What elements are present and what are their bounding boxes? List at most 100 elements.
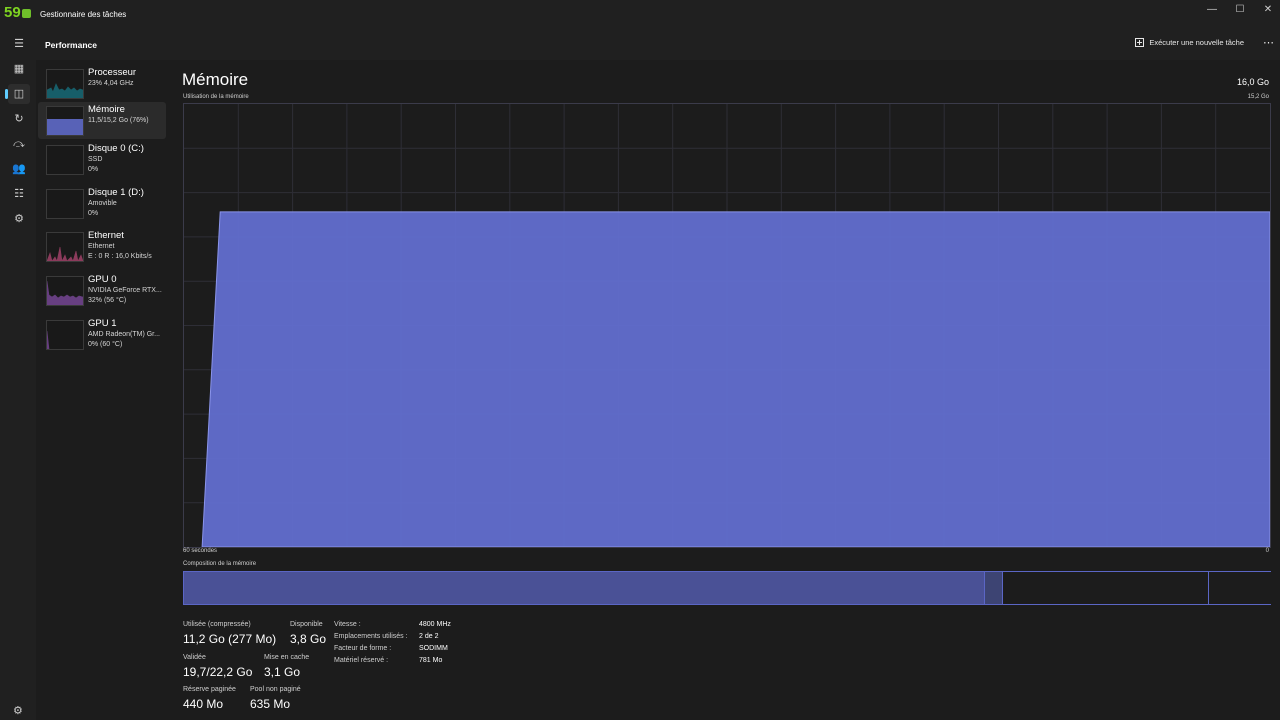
sidebar-item-name: Disque 0 (C:) [88,143,144,154]
composition-segment [184,572,985,604]
x-axis-end-label: 0 [1265,548,1269,554]
memory-usage-area [201,211,1271,548]
sidebar-item-sub: Amovible [88,200,117,207]
services-icon: ⚙ [14,213,24,225]
memory-title: Mémoire [182,70,249,89]
settings-icon: ⚙ [13,705,23,717]
sidebar-item-sub2: 0% (60 °C) [88,341,123,348]
sidebar-item-sub: NVIDIA GeForce RTX... [88,287,162,294]
memory-composition-bar [183,571,1271,605]
disk0-thumbnail [46,145,84,175]
sidebar-item-sub: 23% 4,04 GHz [88,80,134,87]
used-value: 11,2 Go (277 Mo) [183,632,277,646]
title-bar: 59 Gestionnaire des tâches — ☐ ✕ [0,0,1280,28]
sidebar-item-name: Ethernet [88,230,124,241]
sidebar-item-name: Disque 1 (D:) [88,187,144,198]
sidebar-item-cpu[interactable]: Processeur 23% 4,04 GHz [38,65,166,102]
nav-details[interactable]: ☷ [8,184,30,204]
graph-label: Utilisation de la mémoire [183,94,249,100]
new-task-icon [1135,38,1145,47]
nav-app-history[interactable]: ↻ [8,109,30,129]
settings-button[interactable]: ⚙ [13,704,23,717]
composition-segment [984,572,1003,604]
users-icon: 👥 [12,163,26,175]
gpu1-thumbnail [46,320,84,350]
paged-pool-label: Réserve paginée [183,686,236,693]
sidebar-item-sub: Ethernet [88,243,115,250]
sidebar-item-gpu-0[interactable]: GPU 0 NVIDIA GeForce RTX... 32% (56 °C) [38,272,166,309]
committed-value: 19,7/22,2 Go [183,665,253,679]
memory-total: 16,0 Go [1236,77,1269,87]
sidebar-item-sub2: 32% (56 °C) [88,297,127,304]
nav-performance[interactable]: ◫ [5,84,30,104]
cached-label: Mise en cache [264,654,310,661]
navigation-rail: ☰ ▦ ◫ ↻ ⤼ 👥 ☷ ⚙ [0,28,36,720]
close-icon: ✕ [1263,4,1273,15]
reserved-label: Matériel réservé : [334,657,389,664]
form-factor-value: SODIMM [419,645,448,652]
sidebar-item-ethernet[interactable]: Ethernet Ethernet E : 0 R : 16,0 Kbits/s [38,228,166,265]
sidebar-item-name: Processeur [88,67,137,78]
more-icon: ⋯ [1263,37,1274,49]
minimize-icon: — [1207,4,1217,15]
sidebar-item-disk-0[interactable]: Disque 0 (C:) SSD 0% [38,141,166,178]
run-new-task-label: Exécuter une nouvelle tâche [1149,38,1244,47]
x-axis-start-label: 60 secondes [183,548,218,554]
nav-services[interactable]: ⚙ [8,209,30,229]
sidebar-item-memory[interactable]: Mémoire 11,5/15,2 Go (76%) [38,102,166,139]
cpu-thumbnail [46,69,84,99]
available-value: 3,8 Go [290,632,327,646]
memory-usage-chart [184,104,1271,548]
slots-label: Emplacements utilisés : [334,633,408,640]
paged-pool-value: 440 Mo [183,697,224,711]
graph-max-label: 15,2 Go [1247,94,1269,100]
sidebar-item-sub: SSD [88,156,103,163]
ethernet-sparkline [46,246,84,262]
speed-label: Vitesse : [334,621,361,628]
nonpaged-pool-value: 635 Mo [250,697,291,711]
sidebar-item-disk-1[interactable]: Disque 1 (D:) Amovible 0% [38,185,166,222]
maximize-button[interactable]: ☐ [1228,3,1252,17]
hamburger-icon: ☰ [14,38,24,50]
startup-apps-icon: ⤼ [13,138,25,150]
cached-value: 3,1 Go [264,665,301,679]
gpu0-thumbnail [46,276,84,306]
ethernet-thumbnail [46,232,84,262]
sidebar-item-sub: 11,5/15,2 Go (76%) [88,117,149,124]
memory-panel: Mémoire 16,0 Go Utilisation de la mémoir… [176,60,1280,720]
disk1-thumbnail [46,189,84,219]
sidebar-item-gpu-1[interactable]: GPU 1 AMD Radeon(TM) Gr... 0% (60 °C) [38,316,166,353]
composition-label: Composition de la mémoire [183,561,257,567]
slots-value: 2 de 2 [419,633,439,640]
sidebar-item-name: GPU 1 [88,318,117,329]
sidebar-item-sub2: 0% [88,210,99,217]
run-new-task-button[interactable]: Exécuter une nouvelle tâche [1135,38,1244,47]
sidebar-item-name: Mémoire [88,104,125,115]
more-options-button[interactable]: ⋯ [1263,36,1274,49]
close-button[interactable]: ✕ [1256,3,1280,17]
available-label: Disponible [290,621,323,628]
nav-users[interactable]: 👥 [8,159,30,179]
nav-startup-apps[interactable]: ⤼ [8,134,30,154]
sidebar-item-name: GPU 0 [88,274,117,285]
memory-usage-graph [183,103,1271,548]
app-logo-icon [21,8,31,18]
sidebar-item-sub2: E : 0 R : 16,0 Kbits/s [88,253,152,260]
performance-sidebar: Processeur 23% 4,04 GHz Mémoire 11,5/15,2 … [36,60,176,720]
menu-button[interactable]: ☰ [8,34,30,54]
composition-segment [1001,572,1210,604]
used-label: Utilisée (compressée) [183,621,251,628]
gpu1-sparkline [46,330,50,350]
maximize-icon: ☐ [1235,4,1245,15]
speed-value: 4800 MHz [419,621,451,628]
page-title: Performance [45,40,97,50]
cpu-sparkline [46,83,84,99]
app-badge: 59 [4,4,21,21]
committed-label: Validée [183,654,206,661]
performance-icon: ◫ [13,88,25,100]
nav-processes[interactable]: ▦ [8,59,30,79]
minimize-button[interactable]: — [1200,3,1224,17]
gpu0-sparkline [46,280,84,306]
memory-thumbnail [46,106,84,136]
reserved-value: 781 Mo [419,657,443,664]
